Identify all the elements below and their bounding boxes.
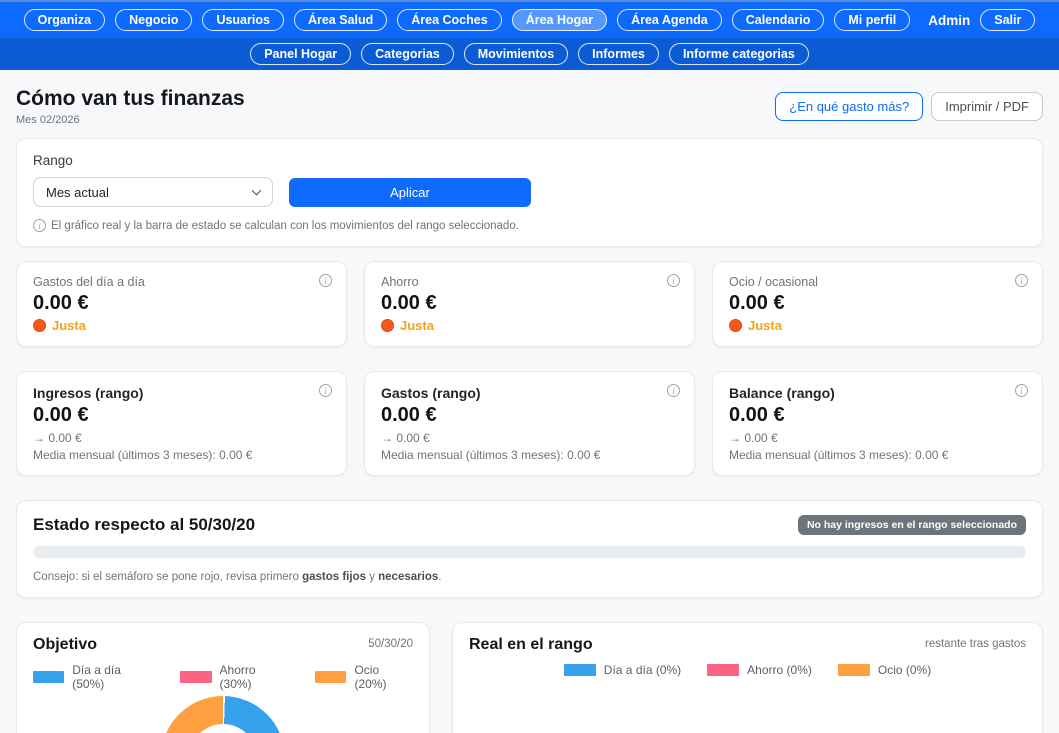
objetivo-corner-label: 50/30/20 [368, 638, 413, 650]
nav-area-salud[interactable]: Área Salud [294, 9, 387, 31]
stat-title: Ingresos (rango) [33, 385, 330, 401]
hogar-subnav: Panel Hogar Categorias Movimientos Infor… [0, 38, 1059, 70]
status-dot [729, 319, 742, 332]
stat-title: Balance (rango) [729, 385, 1026, 401]
stat-value: 0.00 € [33, 292, 330, 315]
chevron-down-icon [252, 185, 262, 195]
que-gasto-mas-button[interactable]: ¿En qué gasto más? [775, 92, 923, 121]
stat-title: Ocio / ocasional [729, 275, 1026, 289]
status-label: Justa [748, 318, 782, 333]
legend-item-dia-a-dia[interactable]: Día a día (50%) [33, 663, 154, 691]
logout-button[interactable]: Salir [980, 9, 1035, 31]
real-title: Real en el rango [469, 636, 593, 654]
info-icon[interactable]: i [667, 384, 680, 397]
donut-hole [189, 724, 257, 733]
stat-media: Media mensual (últimos 3 meses): 0.00 € [33, 448, 330, 462]
legend-item-ahorro[interactable]: Ahorro (30%) [180, 663, 289, 691]
info-icon[interactable]: i [319, 384, 332, 397]
objetivo-donut-chart [161, 696, 285, 733]
stat-delta: → 0.00 € [381, 431, 678, 445]
no-income-badge: No hay ingresos en el rango seleccionado [798, 515, 1026, 535]
legend-swatch-orange [315, 671, 346, 683]
stat-delta: → 0.00 € [33, 431, 330, 445]
status-dot [381, 319, 394, 332]
stat-value: 0.00 € [381, 404, 678, 427]
legend-item-ahorro[interactable]: Ahorro (0%) [707, 663, 812, 677]
card-ingresos-rango: i Ingresos (rango) 0.00 € → 0.00 € Media… [16, 371, 347, 476]
objetivo-title: Objetivo [33, 636, 97, 654]
legend-item-ocio[interactable]: Ocio (0%) [838, 663, 931, 677]
info-icon[interactable]: i [1015, 384, 1028, 397]
info-icon: i [33, 219, 46, 232]
stat-value: 0.00 € [33, 404, 330, 427]
card-balance-rango: i Balance (rango) 0.00 € → 0.00 € Media … [712, 371, 1043, 476]
range-note-text: El gráfico real y la barra de estado se … [51, 220, 519, 232]
objetivo-legend: Día a día (50%) Ahorro (30%) Ocio (20%) [33, 663, 413, 691]
subnav-informes[interactable]: Informes [578, 43, 659, 65]
real-legend: Día a día (0%) Ahorro (0%) Ocio (0%) [469, 663, 1026, 677]
main-navbar: Organiza Negocio Usuarios Área Salud Áre… [0, 0, 1059, 38]
nav-mi-perfil[interactable]: Mi perfil [834, 9, 910, 31]
legend-swatch-blue [33, 671, 64, 683]
info-icon[interactable]: i [319, 274, 332, 287]
status-section-title: Estado respecto al 50/30/20 [33, 515, 255, 535]
current-user-label: Admin [928, 13, 970, 28]
legend-swatch-pink [180, 671, 211, 683]
info-icon[interactable]: i [667, 274, 680, 287]
nav-usuarios[interactable]: Usuarios [202, 9, 284, 31]
range-select-value: Mes actual [46, 185, 109, 200]
card-ocio-ocasional: i Ocio / ocasional 0.00 € Justa [712, 261, 1043, 347]
nav-calendario[interactable]: Calendario [732, 9, 825, 31]
real-chart-card: Real en el rango restante tras gastos Dí… [452, 622, 1043, 733]
stat-value: 0.00 € [381, 292, 678, 315]
card-ahorro: i Ahorro 0.00 € Justa [364, 261, 695, 347]
stat-title: Gastos (rango) [381, 385, 678, 401]
apply-button[interactable]: Aplicar [289, 178, 531, 207]
nav-organiza[interactable]: Organiza [24, 9, 106, 31]
legend-item-dia-a-dia[interactable]: Día a día (0%) [564, 663, 681, 677]
page-title: Cómo van tus finanzas [16, 86, 245, 111]
stat-delta: → 0.00 € [729, 431, 1026, 445]
real-corner-label: restante tras gastos [925, 638, 1026, 650]
advice-text: Consejo: si el semáforo se pone rojo, re… [33, 571, 1026, 583]
stats-grid: i Gastos del día a día 0.00 € Justa i Ah… [16, 261, 1043, 476]
range-label: Rango [33, 153, 1026, 168]
status-progress-bar [33, 546, 1026, 558]
stat-value: 0.00 € [729, 404, 1026, 427]
subnav-categorias[interactable]: Categorias [361, 43, 454, 65]
charts-grid: Objetivo 50/30/20 Día a día (50%) Ahorro… [16, 622, 1043, 733]
nav-area-agenda[interactable]: Área Agenda [617, 9, 722, 31]
stat-title: Ahorro [381, 275, 678, 289]
stat-media: Media mensual (últimos 3 meses): 0.00 € [729, 448, 1026, 462]
legend-item-ocio[interactable]: Ocio (20%) [315, 663, 413, 691]
legend-swatch-orange [838, 664, 870, 676]
info-icon[interactable]: i [1015, 274, 1028, 287]
status-503020-card: Estado respecto al 50/30/20 No hay ingre… [16, 500, 1043, 598]
nav-area-coches[interactable]: Área Coches [397, 9, 501, 31]
legend-swatch-blue [564, 664, 596, 676]
status-label: Justa [400, 318, 434, 333]
legend-swatch-pink [707, 664, 739, 676]
objetivo-chart-card: Objetivo 50/30/20 Día a día (50%) Ahorro… [16, 622, 430, 733]
nav-area-hogar[interactable]: Área Hogar [512, 9, 607, 31]
subnav-panel-hogar[interactable]: Panel Hogar [250, 43, 351, 65]
stat-media: Media mensual (últimos 3 meses): 0.00 € [381, 448, 678, 462]
subnav-movimientos[interactable]: Movimientos [464, 43, 568, 65]
range-select[interactable]: Mes actual [33, 177, 273, 207]
nav-negocio[interactable]: Negocio [115, 9, 192, 31]
page-header: Cómo van tus finanzas Mes 02/2026 ¿En qu… [0, 70, 1059, 126]
subnav-informe-categorias[interactable]: Informe categorias [669, 43, 809, 65]
print-pdf-button[interactable]: Imprimir / PDF [931, 92, 1043, 121]
card-gastos-rango: i Gastos (rango) 0.00 € → 0.00 € Media m… [364, 371, 695, 476]
period-label: Mes 02/2026 [16, 114, 245, 126]
status-dot [33, 319, 46, 332]
status-label: Justa [52, 318, 86, 333]
stat-title: Gastos del día a día [33, 275, 330, 289]
range-card: Rango Mes actual Aplicar i El gráfico re… [16, 138, 1043, 247]
card-gastos-dia-a-dia: i Gastos del día a día 0.00 € Justa [16, 261, 347, 347]
stat-value: 0.00 € [729, 292, 1026, 315]
